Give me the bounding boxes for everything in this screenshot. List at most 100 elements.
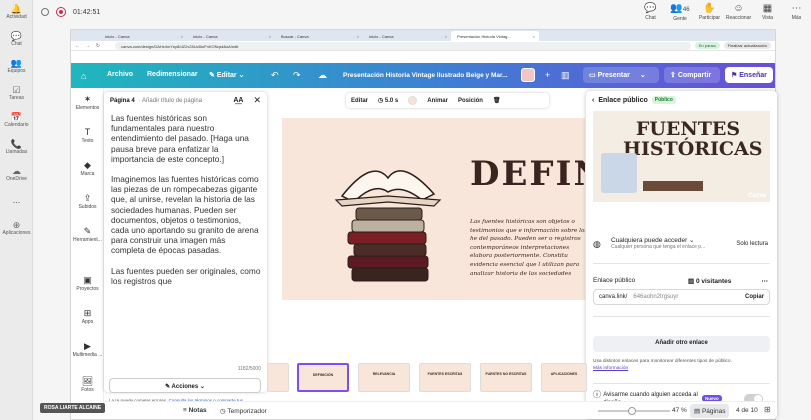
teach-button[interactable]: ⚑ Enseñar (725, 67, 773, 83)
more-icon[interactable]: ... (0, 195, 33, 205)
browser-tab[interactable]: Inicio - Canva × (187, 31, 275, 41)
design-title[interactable]: Presentación Historia Vintage Ilustrado … (343, 72, 508, 79)
grid-view-icon[interactable]: ⊞ (764, 405, 771, 414)
trash-icon[interactable]: 🗑 (493, 97, 501, 104)
more-icon: ⋯ (791, 3, 802, 14)
raise-hand-button[interactable]: ✋ Participar (695, 3, 724, 22)
undo-icon[interactable]: ↶ (271, 70, 279, 81)
slide-canvas[interactable]: DEFINIC Las fuentes históricas son objet… (282, 118, 585, 300)
nav-arrows-icon[interactable]: ← → ↻ (75, 43, 115, 49)
page-thumbnail[interactable]: RELEVANCIA (358, 363, 410, 392)
update-button[interactable]: Finalizar actualización (723, 42, 771, 49)
browser-tab-active[interactable]: Presentación Historia Vintag... × (451, 31, 539, 41)
rail-item-chat[interactable]: 💬 Chat (0, 31, 33, 47)
react-button[interactable]: ☺ Reaccionar (724, 3, 753, 22)
page-thumbnail[interactable]: APLICACIONES (541, 363, 587, 392)
close-icon[interactable]: × (357, 34, 359, 41)
notes-panel: Página 4 · Añadir título de página A͟A ✕… (104, 92, 267, 409)
notes-textarea[interactable]: Las fuentes históricas son fundamentales… (111, 113, 261, 363)
close-icon[interactable]: ✕ (253, 95, 261, 106)
close-icon[interactable]: × (181, 34, 183, 41)
rail-item-actividad[interactable]: 🔔 Actividad (0, 4, 33, 20)
sidebar-item-texto[interactable]: T Texto (71, 127, 104, 144)
page-thumbnail-active[interactable]: DEFINICIÓN (297, 363, 349, 392)
phone-icon: 📞 (10, 139, 23, 149)
page-thumbnail[interactable]: FUENTES NO ESCRITAS (480, 363, 532, 392)
redo-icon[interactable]: ↷ (293, 70, 301, 81)
photo-icon: 🖼 (81, 376, 94, 386)
browser-tab[interactable]: Inicio - Canva × (363, 31, 451, 41)
page-thumbnails: DEFINICIÓN RELEVANCIA FUENTES ESCRITAS F… (267, 363, 587, 394)
sidebar-item-marca[interactable]: ◆ Marca (71, 160, 104, 177)
access-setting[interactable]: ◍ Cualquiera puede acceder ⌄ Cualquier p… (593, 236, 770, 250)
rail-item-calendario[interactable]: 📅 Calendario (0, 112, 33, 128)
edit-menu[interactable]: ✎ Editar ⌄ (209, 71, 244, 79)
people-count: 46 (682, 7, 690, 13)
preview-title: FUENTES HISTÓRICAS (623, 118, 763, 160)
avatar[interactable] (521, 68, 535, 82)
slide-heading: DEFINIC (470, 154, 585, 194)
public-link-field[interactable]: canva.link/ 646aohn2trgsuyr Copiar (593, 289, 770, 305)
slide-body-text: Las fuentes históricas son objetos o tes… (470, 219, 585, 277)
resize-menu[interactable]: Redimensionar (147, 71, 198, 78)
add-page-title[interactable]: · Añadir título de página (139, 98, 202, 104)
people-button[interactable]: 👥46 Gente (665, 3, 695, 22)
address-bar[interactable]: canva.com/design/DAHz4mYuy8/dZ2v28Uc8IoF… (115, 41, 691, 50)
sidebar-item-fotos[interactable]: 🖼 Fotos (71, 376, 104, 393)
presenter-thumbnail (601, 153, 637, 193)
file-menu[interactable]: Archivo (107, 71, 133, 78)
call-chat-button[interactable]: 💬 Chat (636, 3, 665, 22)
zoom-slider[interactable] (598, 407, 670, 415)
share-title: Enlace público (598, 96, 648, 104)
elements-icon: ✶ (83, 94, 92, 104)
close-icon[interactable]: × (445, 34, 447, 41)
pages-button[interactable]: ▤ Páginas (690, 404, 730, 418)
zoom-slider-handle[interactable] (627, 407, 636, 415)
add-collaborator-icon[interactable]: + (545, 70, 550, 80)
sidebar-item-proyectos[interactable]: ▣ Proyectos (71, 275, 104, 292)
home-icon[interactable]: ⌂ (81, 71, 86, 81)
close-icon[interactable]: × (533, 34, 535, 41)
page-thumbnail[interactable] (267, 363, 289, 392)
paused-badge[interactable]: En pausa (694, 42, 720, 49)
analytics-icon[interactable]: ▥ (561, 70, 570, 81)
notes-button[interactable]: ≡ Notas (183, 407, 207, 414)
page-thumbnail[interactable]: FUENTES ESCRITAS (419, 363, 471, 392)
zoom-level[interactable]: 47 % (672, 407, 687, 414)
rail-item-llamadas[interactable]: 📞 Llamadas (0, 139, 33, 155)
public-link-label: Enlace público (593, 277, 636, 284)
rail-item-aplicaciones[interactable]: ⊕ Aplicaciones (0, 220, 33, 236)
add-link-button[interactable]: Añadir otro enlace (593, 336, 770, 352)
background-color-swatch[interactable] (408, 96, 418, 105)
duration-button[interactable]: ◷ 5.0 s (378, 97, 398, 104)
cloud-save-icon[interactable]: ☁ (318, 70, 327, 81)
sidebar-item-multimedia[interactable]: ▶ Multimedia ... (71, 341, 104, 358)
more-info-link[interactable]: Más información (593, 366, 628, 371)
more-icon[interactable]: ⋯ (762, 277, 769, 285)
rail-item-onedrive[interactable]: ☁ OneDrive (0, 166, 33, 182)
browser-tab[interactable]: Inicio - Canva × (99, 31, 187, 41)
text-size-icon[interactable]: A͟A (233, 97, 243, 104)
sidebar-item-subidos[interactable]: ⇪ Subidos (71, 193, 104, 210)
back-icon[interactable]: ‹ (592, 97, 594, 104)
more-button[interactable]: ⋯ Más (782, 3, 811, 22)
sidebar-item-elementos[interactable]: ✶ Elementos (71, 94, 104, 111)
visitors-count[interactable]: ▥ 0 visitantes (688, 277, 731, 285)
view-button[interactable]: ▦ Vista (753, 3, 782, 22)
timer-button[interactable]: ◷ Temporizador (220, 407, 267, 415)
close-icon[interactable]: × (269, 34, 271, 41)
animate-button[interactable]: Animar (427, 98, 448, 104)
edit-slide-button[interactable]: Editar (351, 98, 368, 104)
rail-item-tareas[interactable]: ☑ Tareas (0, 85, 33, 101)
folder-icon: ▣ (83, 275, 92, 285)
rail-item-equipos[interactable]: 👥 Equipos (0, 58, 33, 74)
share-button[interactable]: ⇪ Compartir (664, 67, 720, 83)
access-role[interactable]: Solo lectura (736, 241, 768, 247)
copy-button[interactable]: Copiar (745, 294, 764, 300)
sidebar-item-apps[interactable]: ⊞ Apps (71, 308, 104, 325)
present-button[interactable]: ▭ Presentar ⌄ (583, 67, 659, 83)
position-button[interactable]: Posición (458, 98, 483, 104)
browser-tab[interactable]: Buscar - Canva × (275, 31, 363, 41)
actions-button[interactable]: ✎ Acciones ⌄ (109, 378, 261, 393)
sidebar-item-herramientas[interactable]: ✎ Herramient... (71, 226, 104, 243)
